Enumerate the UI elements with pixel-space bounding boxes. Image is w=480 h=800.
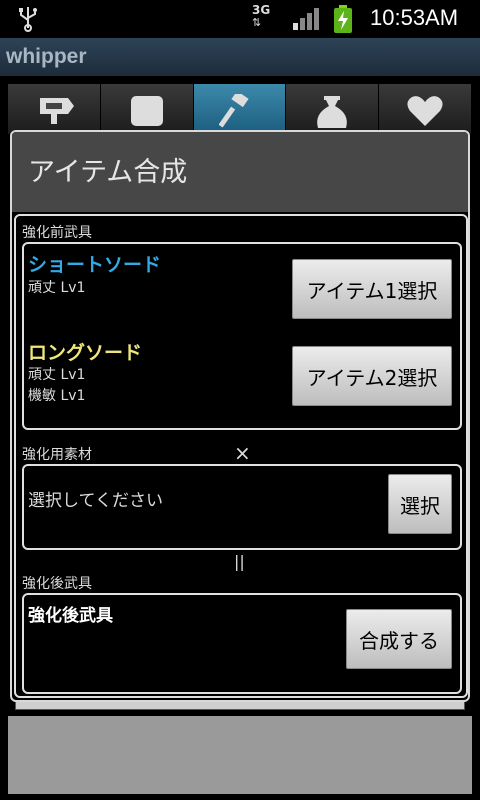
item2-stat-2: 機敏 Lv1: [28, 388, 86, 404]
dialog-title: アイテム合成: [28, 157, 188, 188]
material-placeholder: 選択してください: [28, 491, 163, 511]
equals-symbol: ||: [234, 552, 245, 571]
item-synthesis-dialog: アイテム合成 強化前武具 ショートソード 頑丈 Lv1 アイテム1選択 ロングソ…: [10, 130, 470, 702]
battery-charging-icon: [334, 5, 352, 33]
app-title-bar: whipper: [0, 38, 480, 76]
app-title: whipper: [6, 45, 87, 68]
item2-name: ロングソード: [28, 342, 143, 364]
select-item2-button[interactable]: アイテム2選択: [292, 346, 452, 406]
square-icon: [130, 96, 163, 126]
synthesize-button[interactable]: 合成する: [346, 609, 452, 669]
clock: 10:53AM: [370, 5, 459, 30]
tab-heart[interactable]: [379, 84, 472, 134]
tab-bar: [8, 84, 472, 134]
times-symbol: ×: [234, 441, 251, 465]
material-section-label: 強化用素材: [22, 447, 92, 463]
result-text: 強化後武具: [28, 606, 113, 626]
dialog-header: アイテム合成: [12, 132, 468, 212]
tab-signpost[interactable]: [8, 84, 101, 134]
usb-icon: [19, 7, 37, 32]
heart-icon: [407, 96, 443, 126]
item1-stat: 頑丈 Lv1: [28, 280, 86, 296]
item2-stat-1: 頑丈 Lv1: [28, 367, 86, 383]
status-bar: 3G ⇅ 10:53AM: [0, 0, 480, 38]
select-item1-button[interactable]: アイテム1選択: [292, 259, 452, 319]
after-box: 強化後武具 合成する: [22, 593, 462, 694]
hammer-icon: [219, 94, 250, 128]
item1-name: ショートソード: [28, 254, 162, 276]
tab-square[interactable]: [100, 84, 194, 134]
background-panel: [8, 716, 472, 794]
after-section-label: 強化後武具: [22, 576, 92, 592]
signal-strength-icon: [293, 8, 319, 30]
dialog-content: 強化前武具 ショートソード 頑丈 Lv1 アイテム1選択 ロングソード 頑丈 L…: [14, 214, 468, 698]
money-bag-icon: [317, 96, 348, 128]
before-items-box: ショートソード 頑丈 Lv1 アイテム1選択 ロングソード 頑丈 Lv1 機敏 …: [22, 242, 462, 430]
tab-money-bag[interactable]: [286, 84, 380, 134]
select-material-button[interactable]: 選択: [388, 474, 452, 534]
before-section-label: 強化前武具: [22, 225, 92, 241]
tab-hammer[interactable]: [193, 84, 287, 134]
network-3g-icon: 3G ⇅: [252, 4, 280, 32]
material-box: 選択してください 選択: [22, 464, 462, 550]
signpost-icon: [39, 98, 74, 124]
